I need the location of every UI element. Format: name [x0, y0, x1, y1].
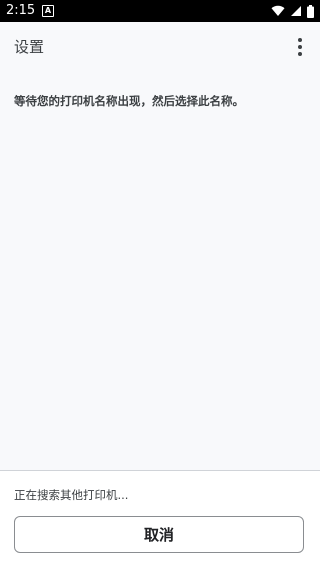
bottom-panel: 正在搜索其他打印机... 取消 [0, 471, 320, 569]
more-vert-icon [298, 38, 302, 42]
wifi-icon [271, 5, 285, 17]
page-title: 设置 [14, 38, 45, 56]
signal-icon [291, 6, 301, 16]
cancel-button[interactable]: 取消 [14, 516, 304, 553]
app-bar: 设置 [0, 22, 320, 72]
notification-icon: A [42, 5, 54, 17]
instruction-text: 等待您的打印机名称出现，然后选择此名称。 [14, 94, 244, 108]
more-options-button[interactable] [288, 33, 312, 61]
battery-icon [307, 4, 314, 18]
status-time: 2:15 [6, 3, 36, 18]
searching-status-text: 正在搜索其他打印机... [14, 488, 129, 502]
status-bar: 2:15 A [0, 0, 320, 22]
status-icons [271, 4, 314, 18]
